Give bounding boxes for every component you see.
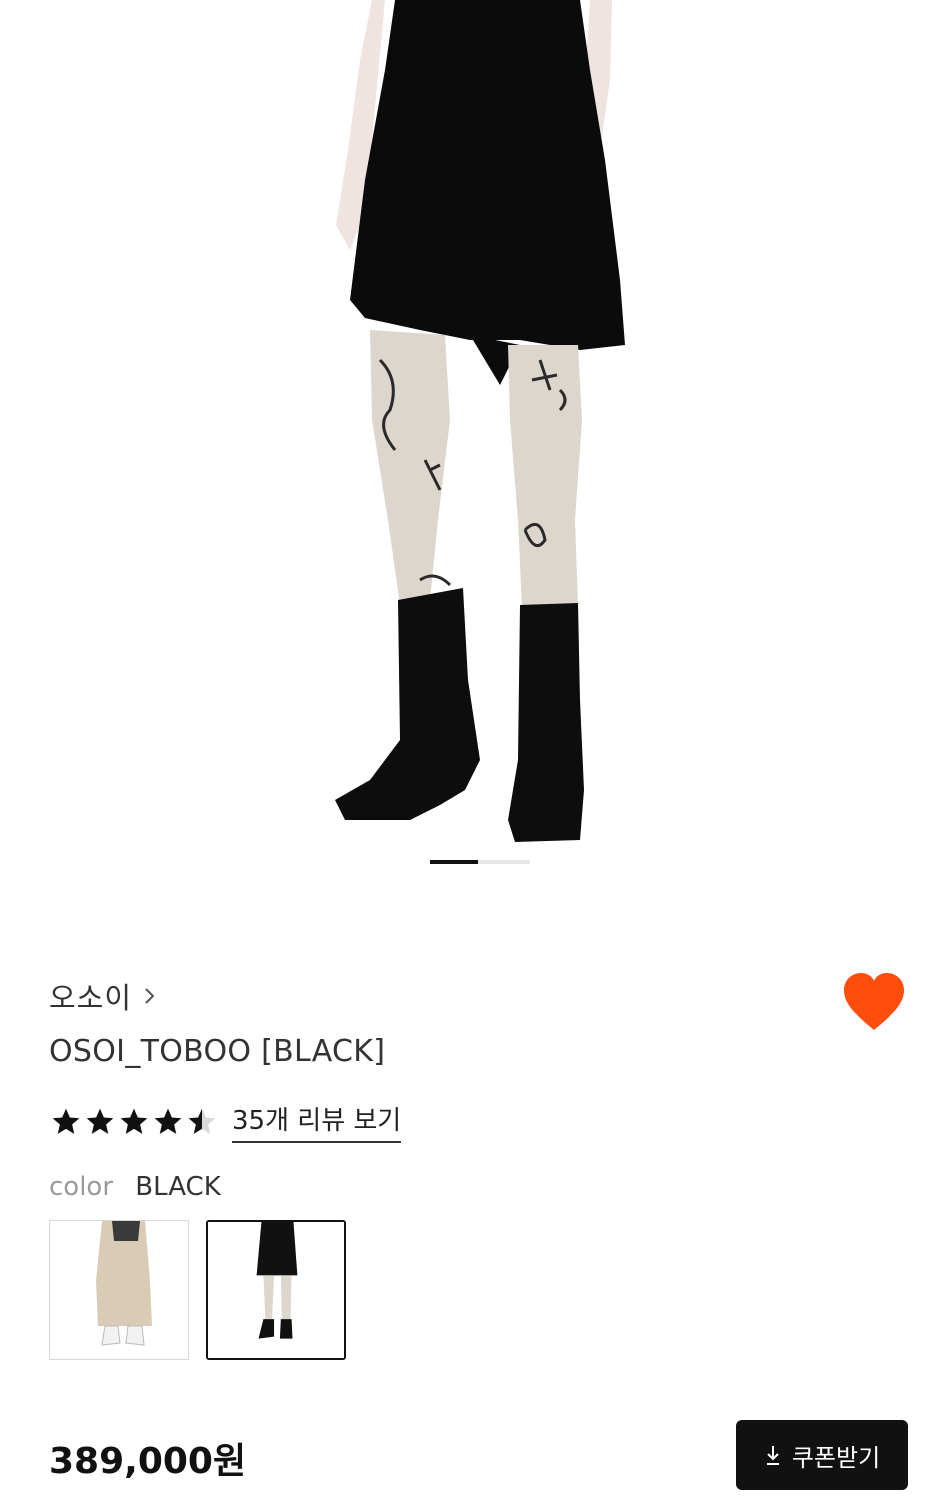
color-value: BLACK xyxy=(135,1172,221,1202)
brand-link[interactable]: 오소이 xyxy=(49,975,156,1017)
product-price: 389,000원 xyxy=(49,1441,247,1482)
coupon-label: 쿠폰받기 xyxy=(791,1443,881,1472)
half-star-icon xyxy=(188,1108,216,1134)
product-title: OSOI_TOBOO [BLACK] xyxy=(49,1034,386,1069)
swatch-beige[interactable] xyxy=(49,1220,189,1360)
brand-name: 오소이 xyxy=(49,981,133,1015)
star-rating xyxy=(50,1106,218,1138)
review-link[interactable]: 35개 리뷰 보기 xyxy=(232,1100,402,1143)
pager-track xyxy=(478,860,530,864)
color-label: color xyxy=(49,1172,114,1202)
star-icon xyxy=(154,1108,182,1134)
star-icon xyxy=(52,1108,80,1134)
image-pager xyxy=(430,860,530,864)
pager-active-segment xyxy=(430,860,478,864)
coupon-button[interactable]: 쿠폰받기 xyxy=(736,1420,908,1490)
swatch-black[interactable] xyxy=(206,1220,346,1360)
chevron-right-icon xyxy=(145,988,155,1004)
product-main-image[interactable] xyxy=(0,0,943,900)
heart-icon[interactable] xyxy=(842,972,906,1032)
color-row: color BLACK xyxy=(49,1172,221,1202)
star-icon xyxy=(86,1108,114,1134)
rating-row: 35개 리뷰 보기 xyxy=(50,1100,402,1143)
star-icon xyxy=(120,1108,148,1134)
download-icon xyxy=(766,1446,779,1465)
